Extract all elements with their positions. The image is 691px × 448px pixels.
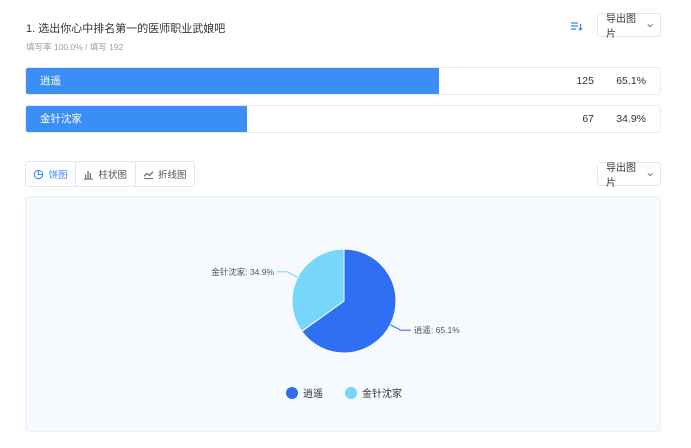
result-row-xiaoyao: 逍遥 125 65.1% [25,67,661,95]
question-meta: 填写率 100.0% / 填写 192 [26,42,124,52]
chart-legend: 逍遥 金针沈家 [26,385,662,400]
pie-chart: 逍遥: 65.1% 金针沈家: 34.9% [211,248,460,354]
legend-dot-series-2 [345,386,357,399]
legend-label: 金针沈家 [362,389,402,400]
pie-leader-line-1 [390,324,411,331]
result-label: 金针沈家 [40,113,82,125]
legend-dot-series-1 [286,386,298,399]
pie-slice-label-1: 逍遥: 65.1% [414,325,460,335]
legend-item-xiaoyao[interactable]: 逍遥 [286,385,323,400]
pie-slice-label-2: 金针沈家: 34.9% [211,267,274,277]
chart-panel: 逍遥: 65.1% 金针沈家: 34.9% 逍遥 金针沈家 [25,196,661,432]
legend-label: 逍遥 [303,389,323,400]
result-bar-fill [26,68,439,94]
result-count: 67 [582,113,594,125]
question-title: 1. 选出你心中排名第一的医师职业武娘吧 [26,23,226,35]
result-label: 逍遥 [40,75,61,87]
result-row-jinzhen-shenjia: 金针沈家 67 34.9% [25,105,661,133]
export-image-label: 导出图片 [606,163,636,189]
export-image-button[interactable]: 导出图片 [597,13,661,40]
export-chart-image-button[interactable]: 导出图片 [597,162,661,189]
tab-bar-label: 柱状图 [98,170,127,181]
chart-type-tabs: 饼图 柱状图 折线图 [25,161,195,187]
result-percent: 34.9% [616,113,646,125]
pie-leader-line-2 [277,271,298,278]
tab-pie-label: 饼图 [48,170,68,181]
tab-line-label: 折线图 [157,170,187,181]
tab-line[interactable]: 折线图 [136,162,195,186]
chevron-down-icon [647,23,653,27]
bar-chart-icon [84,170,94,180]
sort-icon[interactable] [569,19,583,33]
result-percent: 65.1% [616,75,646,87]
line-chart-icon [143,170,154,179]
legend-item-jinzhen-shenjia[interactable]: 金针沈家 [345,385,402,400]
export-image-label: 导出图片 [606,14,636,40]
tab-pie[interactable]: 饼图 [26,162,76,186]
pie-icon [34,169,44,179]
result-count: 125 [576,75,594,87]
chevron-down-icon [647,172,653,176]
tab-bar[interactable]: 柱状图 [76,162,136,186]
